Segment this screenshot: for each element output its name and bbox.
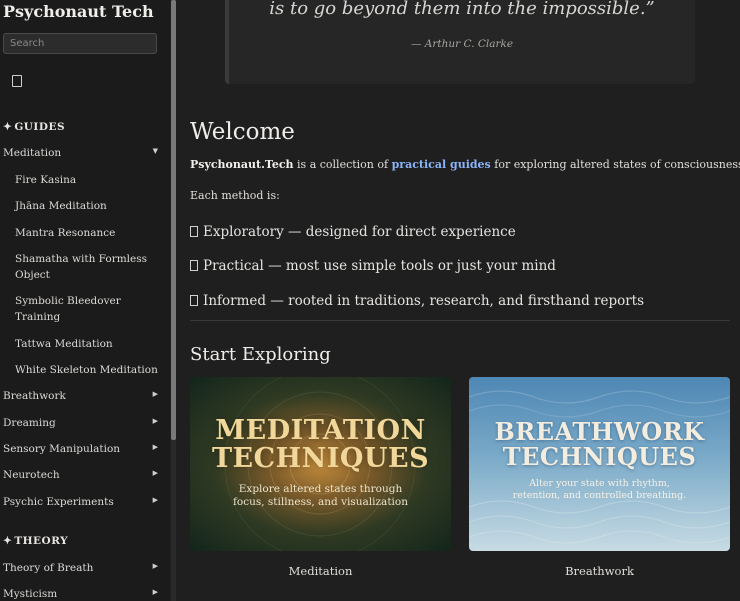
sidebar-item-label: Neurotech xyxy=(3,469,60,481)
sidebar-subitem-symbolic-bleedover[interactable]: Symbolic Bleedover Training xyxy=(15,293,160,325)
sidebar-item-theory-of-breath[interactable]: Theory of Breath ▶ xyxy=(3,562,160,574)
each-method-text: Each method is: xyxy=(190,189,280,202)
list-item: Exploratory — designed for direct experi… xyxy=(190,224,516,240)
card-subtitle-line: retention, and controlled breathing. xyxy=(512,490,687,501)
sidebar-subitem-tattwa-meditation[interactable]: Tattwa Meditation xyxy=(15,336,160,352)
sidebar-item-label: Psychic Experiments xyxy=(3,496,114,508)
sidebar-subitem-mantra-resonance[interactable]: Mantra Resonance xyxy=(15,225,160,241)
sidebar: Psychonaut Tech ✦GUIDES Meditation ▼ Fir… xyxy=(0,0,170,601)
quote-text: is to go beyond them into the impossible… xyxy=(269,0,655,19)
sidebar-item-meditation[interactable]: Meditation ▼ xyxy=(3,147,160,159)
card-subtitle: Alter your state with rhythm, retention,… xyxy=(469,478,730,502)
sidebar-item-label: Breathwork xyxy=(3,390,66,402)
card-title-line: TECHNIQUES xyxy=(502,442,697,472)
meditation-card[interactable]: MEDITATION TECHNIQUES Explore altered st… xyxy=(190,377,451,551)
quote-attribution: — Arthur C. Clarke xyxy=(410,38,514,50)
sparkle-icon: ✦ xyxy=(3,121,13,133)
sidebar-scrollbar[interactable] xyxy=(171,0,176,601)
chevron-right-icon[interactable]: ▶ xyxy=(153,562,158,570)
intro-text-end: for exploring altered states of consciou… xyxy=(490,158,740,171)
section-heading-guides: ✦ GUIDES xyxy=(3,121,65,133)
chevron-right-icon[interactable]: ▶ xyxy=(153,417,158,425)
theme-toggle-icon[interactable] xyxy=(12,75,22,87)
sidebar-item-dreaming[interactable]: Dreaming ▶ xyxy=(3,417,160,429)
section-heading-label: GUIDES xyxy=(14,121,66,133)
list-item-text: Exploratory — designed for direct experi… xyxy=(203,224,516,240)
list-item-text: Informed — rooted in traditions, researc… xyxy=(203,293,645,309)
card-subtitle-line: Alter your state with rhythm, xyxy=(529,478,670,489)
chevron-right-icon[interactable]: ▶ xyxy=(153,496,158,504)
sidebar-item-label: Theory of Breath xyxy=(3,562,94,574)
page-title: Welcome xyxy=(190,119,295,145)
sidebar-item-breathwork[interactable]: Breathwork ▶ xyxy=(3,390,160,402)
section-heading-theory: ✦ THEORY xyxy=(3,535,68,547)
card-title-line: TECHNIQUES xyxy=(211,443,430,475)
card-title-line: BREATHWORK xyxy=(494,417,705,446)
sidebar-item-label: Dreaming xyxy=(3,417,56,429)
sidebar-subitem-fire-kasina[interactable]: Fire Kasina xyxy=(15,172,160,188)
search-input[interactable] xyxy=(3,33,157,54)
sparkle-icon: ✦ xyxy=(3,535,13,547)
card-title-line: MEDITATION xyxy=(215,415,426,446)
sidebar-item-label: Mysticism xyxy=(3,588,58,600)
card-title: MEDITATION TECHNIQUES xyxy=(190,415,451,475)
scrollbar-thumb[interactable] xyxy=(171,0,176,440)
intro-text: is a collection of xyxy=(293,158,392,171)
glyph-box-icon xyxy=(190,295,198,306)
section-heading-label: THEORY xyxy=(14,535,69,547)
meditation-card-label[interactable]: Meditation xyxy=(190,564,451,578)
section-title-start-exploring: Start Exploring xyxy=(190,344,331,365)
sidebar-subitem-jhana-meditation[interactable]: Jhāna Meditation xyxy=(15,198,160,214)
breathwork-card[interactable]: BREATHWORK TECHNIQUES Alter your state w… xyxy=(469,377,730,551)
chevron-right-icon[interactable]: ▶ xyxy=(153,469,158,477)
sidebar-subitem-shamatha[interactable]: Shamatha with Formless Object xyxy=(15,251,160,283)
sidebar-subitem-white-skeleton[interactable]: White Skeleton Meditation xyxy=(15,362,160,378)
sidebar-item-sensory-manipulation[interactable]: Sensory Manipulation ▶ xyxy=(3,443,160,455)
glyph-box-icon xyxy=(190,260,198,271)
chevron-down-icon[interactable]: ▼ xyxy=(153,147,158,155)
sidebar-item-label: Sensory Manipulation xyxy=(3,443,121,455)
list-item-text: Practical — most use simple tools or jus… xyxy=(203,258,556,274)
practical-guides-link[interactable]: practical guides xyxy=(392,158,491,171)
list-item: Informed — rooted in traditions, researc… xyxy=(190,293,644,309)
brand-name: Psychonaut.Tech xyxy=(190,158,294,171)
site-title[interactable]: Psychonaut Tech xyxy=(3,2,154,21)
card-subtitle: Explore altered states through focus, st… xyxy=(190,483,451,509)
card-subtitle-line: Explore altered states through xyxy=(238,483,403,495)
chevron-right-icon[interactable]: ▶ xyxy=(153,588,158,596)
glyph-box-icon xyxy=(190,226,198,237)
breathwork-card-label[interactable]: Breathwork xyxy=(469,564,730,578)
list-item: Practical — most use simple tools or jus… xyxy=(190,258,556,274)
sidebar-item-psychic-experiments[interactable]: Psychic Experiments ▶ xyxy=(3,496,160,508)
card-title: BREATHWORK TECHNIQUES xyxy=(469,417,730,472)
quote-block: is to go beyond them into the impossible… xyxy=(225,0,695,84)
sidebar-item-neurotech[interactable]: Neurotech ▶ xyxy=(3,469,160,481)
intro-paragraph: Psychonaut.Tech is a collection of pract… xyxy=(190,158,740,171)
chevron-right-icon[interactable]: ▶ xyxy=(153,390,158,398)
divider xyxy=(190,320,730,321)
card-subtitle-line: focus, stillness, and visualization xyxy=(233,496,408,508)
sidebar-item-mysticism[interactable]: Mysticism ▶ xyxy=(3,588,160,600)
chevron-right-icon[interactable]: ▶ xyxy=(153,443,158,451)
sidebar-item-label: Meditation xyxy=(3,147,62,159)
